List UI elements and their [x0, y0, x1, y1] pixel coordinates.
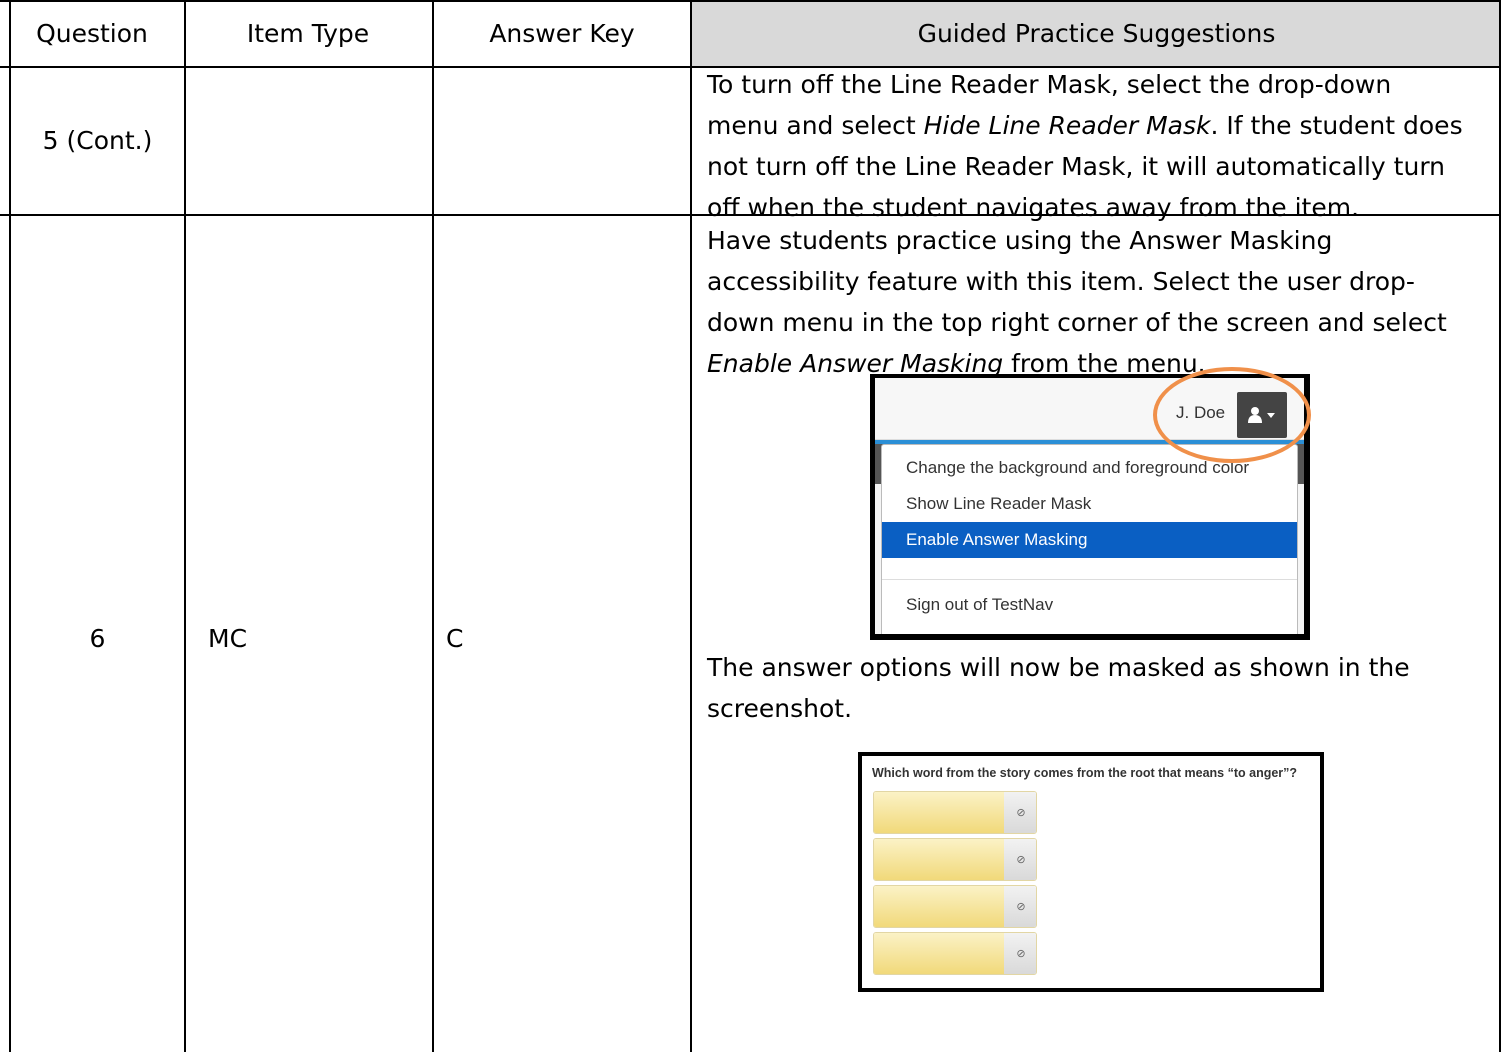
menu-divider	[882, 579, 1297, 580]
header-answer-key: Answer Key	[489, 18, 635, 48]
eye-slash-icon[interactable]: ⊘	[1004, 886, 1036, 927]
user-dropdown-menu: Change the background and foreground col…	[881, 444, 1298, 634]
menu-item-sign-out[interactable]: Sign out of TestNav	[882, 587, 1297, 623]
question-text: Which word from the story comes from the…	[872, 766, 1298, 780]
suggestion-text: To turn off the Line Reader Mask, select…	[707, 70, 1463, 222]
masked-answers-screenshot: Which word from the story comes from the…	[858, 752, 1324, 992]
suggestion-text: Have students practice using the Answer …	[707, 226, 1447, 378]
row-item-type: MC	[208, 624, 248, 653]
eye-slash-icon[interactable]: ⊘	[1004, 839, 1036, 880]
menu-item-enable-answer-masking[interactable]: Enable Answer Masking	[882, 522, 1297, 558]
masked-option[interactable]: ⊘	[873, 838, 1037, 881]
header-suggestions: Guided Practice Suggestions	[692, 0, 1501, 66]
grid-line	[432, 0, 434, 1052]
grid-line	[184, 0, 186, 1052]
suggestion-text-after: The answer options will now be masked as…	[707, 653, 1410, 723]
row-answer-key: C	[446, 624, 464, 653]
menu-item-show-line-reader[interactable]: Show Line Reader Mask	[882, 486, 1297, 522]
grid-line	[0, 0, 1501, 2]
eye-slash-icon[interactable]: ⊘	[1004, 792, 1036, 833]
callout-circle	[1153, 367, 1311, 463]
row-question: 5 (Cont.)	[42, 126, 153, 155]
row-question: 6	[89, 624, 106, 653]
eye-slash-icon[interactable]: ⊘	[1004, 933, 1036, 974]
header-item-type: Item Type	[246, 18, 370, 48]
grid-line	[690, 0, 692, 1052]
masked-option[interactable]: ⊘	[873, 932, 1037, 975]
masked-option[interactable]: ⊘	[873, 885, 1037, 928]
header-question: Question	[36, 18, 148, 48]
masked-option[interactable]: ⊘	[873, 791, 1037, 834]
